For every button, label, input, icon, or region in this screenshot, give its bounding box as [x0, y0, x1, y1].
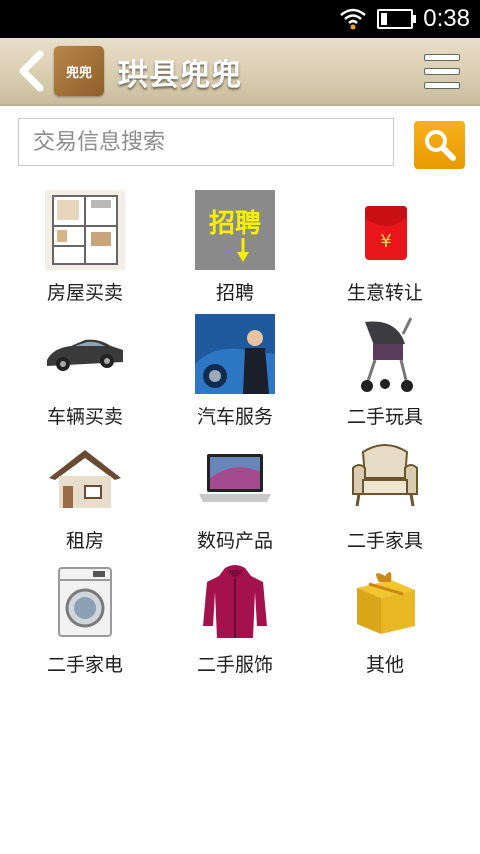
- category-label: 其他: [365, 654, 404, 676]
- car-service-icon: [195, 314, 275, 394]
- laptop-icon: [195, 438, 275, 518]
- search-button[interactable]: [414, 121, 465, 169]
- category-house-sale[interactable]: 房屋买卖: [10, 190, 160, 314]
- category-other[interactable]: 其他: [310, 562, 460, 686]
- floorplan-icon: [45, 190, 125, 270]
- category-used-clothing[interactable]: 二手服饰: [160, 562, 310, 686]
- stroller-icon: [345, 314, 425, 394]
- status-time: 0:38: [423, 5, 470, 32]
- category-label: 二手服饰: [196, 654, 273, 676]
- recruit-icon: 招聘: [195, 190, 275, 270]
- back-button[interactable]: [14, 50, 50, 92]
- hamburger-icon: [424, 54, 460, 89]
- category-rent[interactable]: 租房: [10, 438, 160, 562]
- red-envelope-icon: ¥: [345, 190, 425, 270]
- app-header: 兜兜 珙县兜兜: [0, 38, 480, 106]
- category-label: 房屋买卖: [46, 282, 123, 304]
- search-input[interactable]: [19, 119, 393, 165]
- category-used-appliances[interactable]: 二手家电: [10, 562, 160, 686]
- status-bar: 0:38: [0, 0, 480, 38]
- wifi-icon: [340, 8, 367, 30]
- category-label: 租房: [65, 530, 104, 552]
- category-label: 数码产品: [196, 530, 273, 552]
- category-car-service[interactable]: 汽车服务: [160, 314, 310, 438]
- category-label: 招聘: [215, 282, 254, 304]
- chevron-left-icon: [19, 50, 44, 92]
- washing-machine-icon: [45, 562, 125, 642]
- battery-icon: [377, 9, 417, 29]
- category-used-furniture[interactable]: 二手家具: [310, 438, 460, 562]
- app-logo: 兜兜: [54, 46, 104, 96]
- category-label: 二手玩具: [346, 406, 423, 428]
- category-label: 二手家电: [46, 654, 123, 676]
- category-label: 汽车服务: [196, 406, 273, 428]
- search-box: [18, 118, 394, 166]
- category-vehicle-sale[interactable]: 车辆买卖: [10, 314, 160, 438]
- category-grid: 房屋买卖 招聘 招聘 ¥ 生意转让 车辆买卖 汽车服务 二手玩具 租房 数码产品…: [10, 190, 470, 686]
- category-label: 二手家具: [346, 530, 423, 552]
- category-digital[interactable]: 数码产品: [160, 438, 310, 562]
- category-label: 车辆买卖: [46, 406, 123, 428]
- menu-button[interactable]: [424, 54, 460, 89]
- category-label: 生意转让: [346, 282, 423, 304]
- category-used-toys[interactable]: 二手玩具: [310, 314, 460, 438]
- svg-text:招聘: 招聘: [209, 209, 261, 239]
- hoodie-icon: [195, 562, 275, 642]
- house-icon: [45, 438, 125, 518]
- category-recruit[interactable]: 招聘 招聘: [160, 190, 310, 314]
- category-business-transfer[interactable]: ¥ 生意转让: [310, 190, 460, 314]
- search-icon: [424, 130, 456, 161]
- app-title: 珙县兜兜: [118, 58, 242, 93]
- gift-box-icon: [345, 562, 425, 642]
- armchair-icon: [345, 438, 425, 518]
- svg-text:¥: ¥: [380, 231, 391, 252]
- car-icon: [45, 314, 125, 394]
